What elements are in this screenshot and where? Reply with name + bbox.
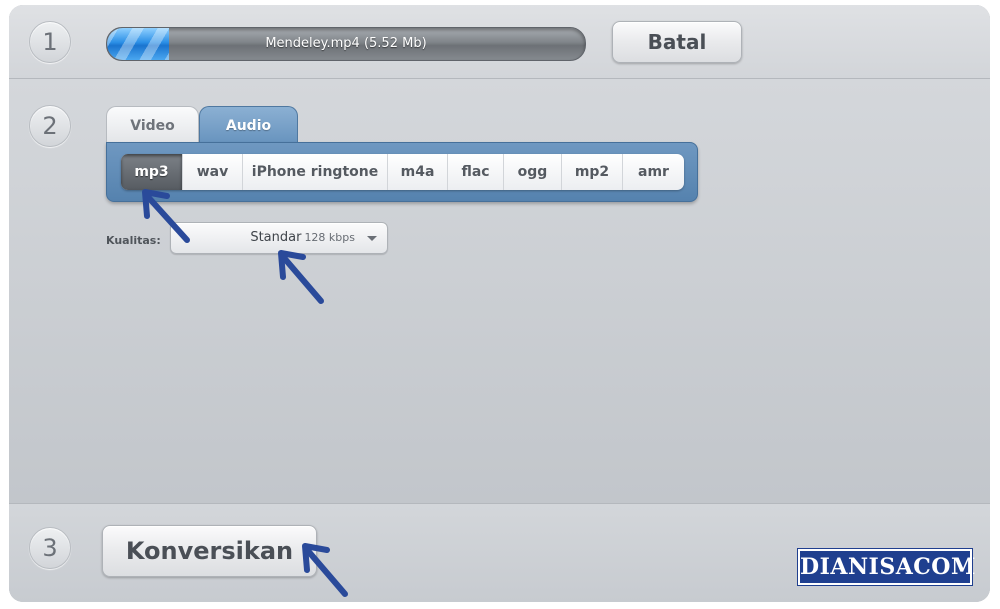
quality-value: Standar 128 kbps [250,223,355,253]
step-number-2: 2 [29,105,71,147]
format-option-mp2[interactable]: mp2 [562,154,623,190]
format-option-amr[interactable]: amr [623,154,684,190]
upload-file-label: Mendeley.mp4 (5.52 Mb) [265,36,427,51]
step-number-3: 3 [29,527,71,569]
step-number-1: 1 [29,21,71,63]
format-option-mp3[interactable]: mp3 [121,154,183,190]
converter-panel: 1 Mendeley.mp4 (5.52 Mb) Batal 2 Video A… [9,5,990,602]
step-upload-section: 1 Mendeley.mp4 (5.52 Mb) Batal [9,5,990,79]
quality-value-text: Standar [250,230,302,245]
tab-audio[interactable]: Audio [199,106,298,145]
cancel-button[interactable]: Batal [612,21,742,63]
upload-progress-bar: Mendeley.mp4 (5.52 Mb) [106,27,586,61]
format-list: mp3 wav iPhone ringtone m4a flac ogg mp2… [121,154,684,190]
format-bar: mp3 wav iPhone ringtone m4a flac ogg mp2… [106,142,698,202]
quality-bitrate: 128 kbps [304,231,355,244]
chevron-down-icon [367,236,377,241]
format-option-iphone-ringtone[interactable]: iPhone ringtone [243,154,388,190]
quality-label: Kualitas: [106,234,161,247]
format-option-wav[interactable]: wav [183,154,243,190]
convert-button[interactable]: Konversikan [102,525,317,577]
watermark-logo: DIANISACOM [797,548,975,586]
step-format-section: 2 Video Audio mp3 wav iPhone ringtone m4… [9,79,990,504]
tab-video[interactable]: Video [106,106,199,143]
step-convert-section: 3 Konversikan DIANISACOM [9,504,990,602]
format-option-ogg[interactable]: ogg [504,154,562,190]
format-option-m4a[interactable]: m4a [388,154,448,190]
quality-select[interactable]: Standar 128 kbps [170,222,388,254]
format-option-flac[interactable]: flac [448,154,504,190]
arrow-pointer-icon [278,250,324,304]
